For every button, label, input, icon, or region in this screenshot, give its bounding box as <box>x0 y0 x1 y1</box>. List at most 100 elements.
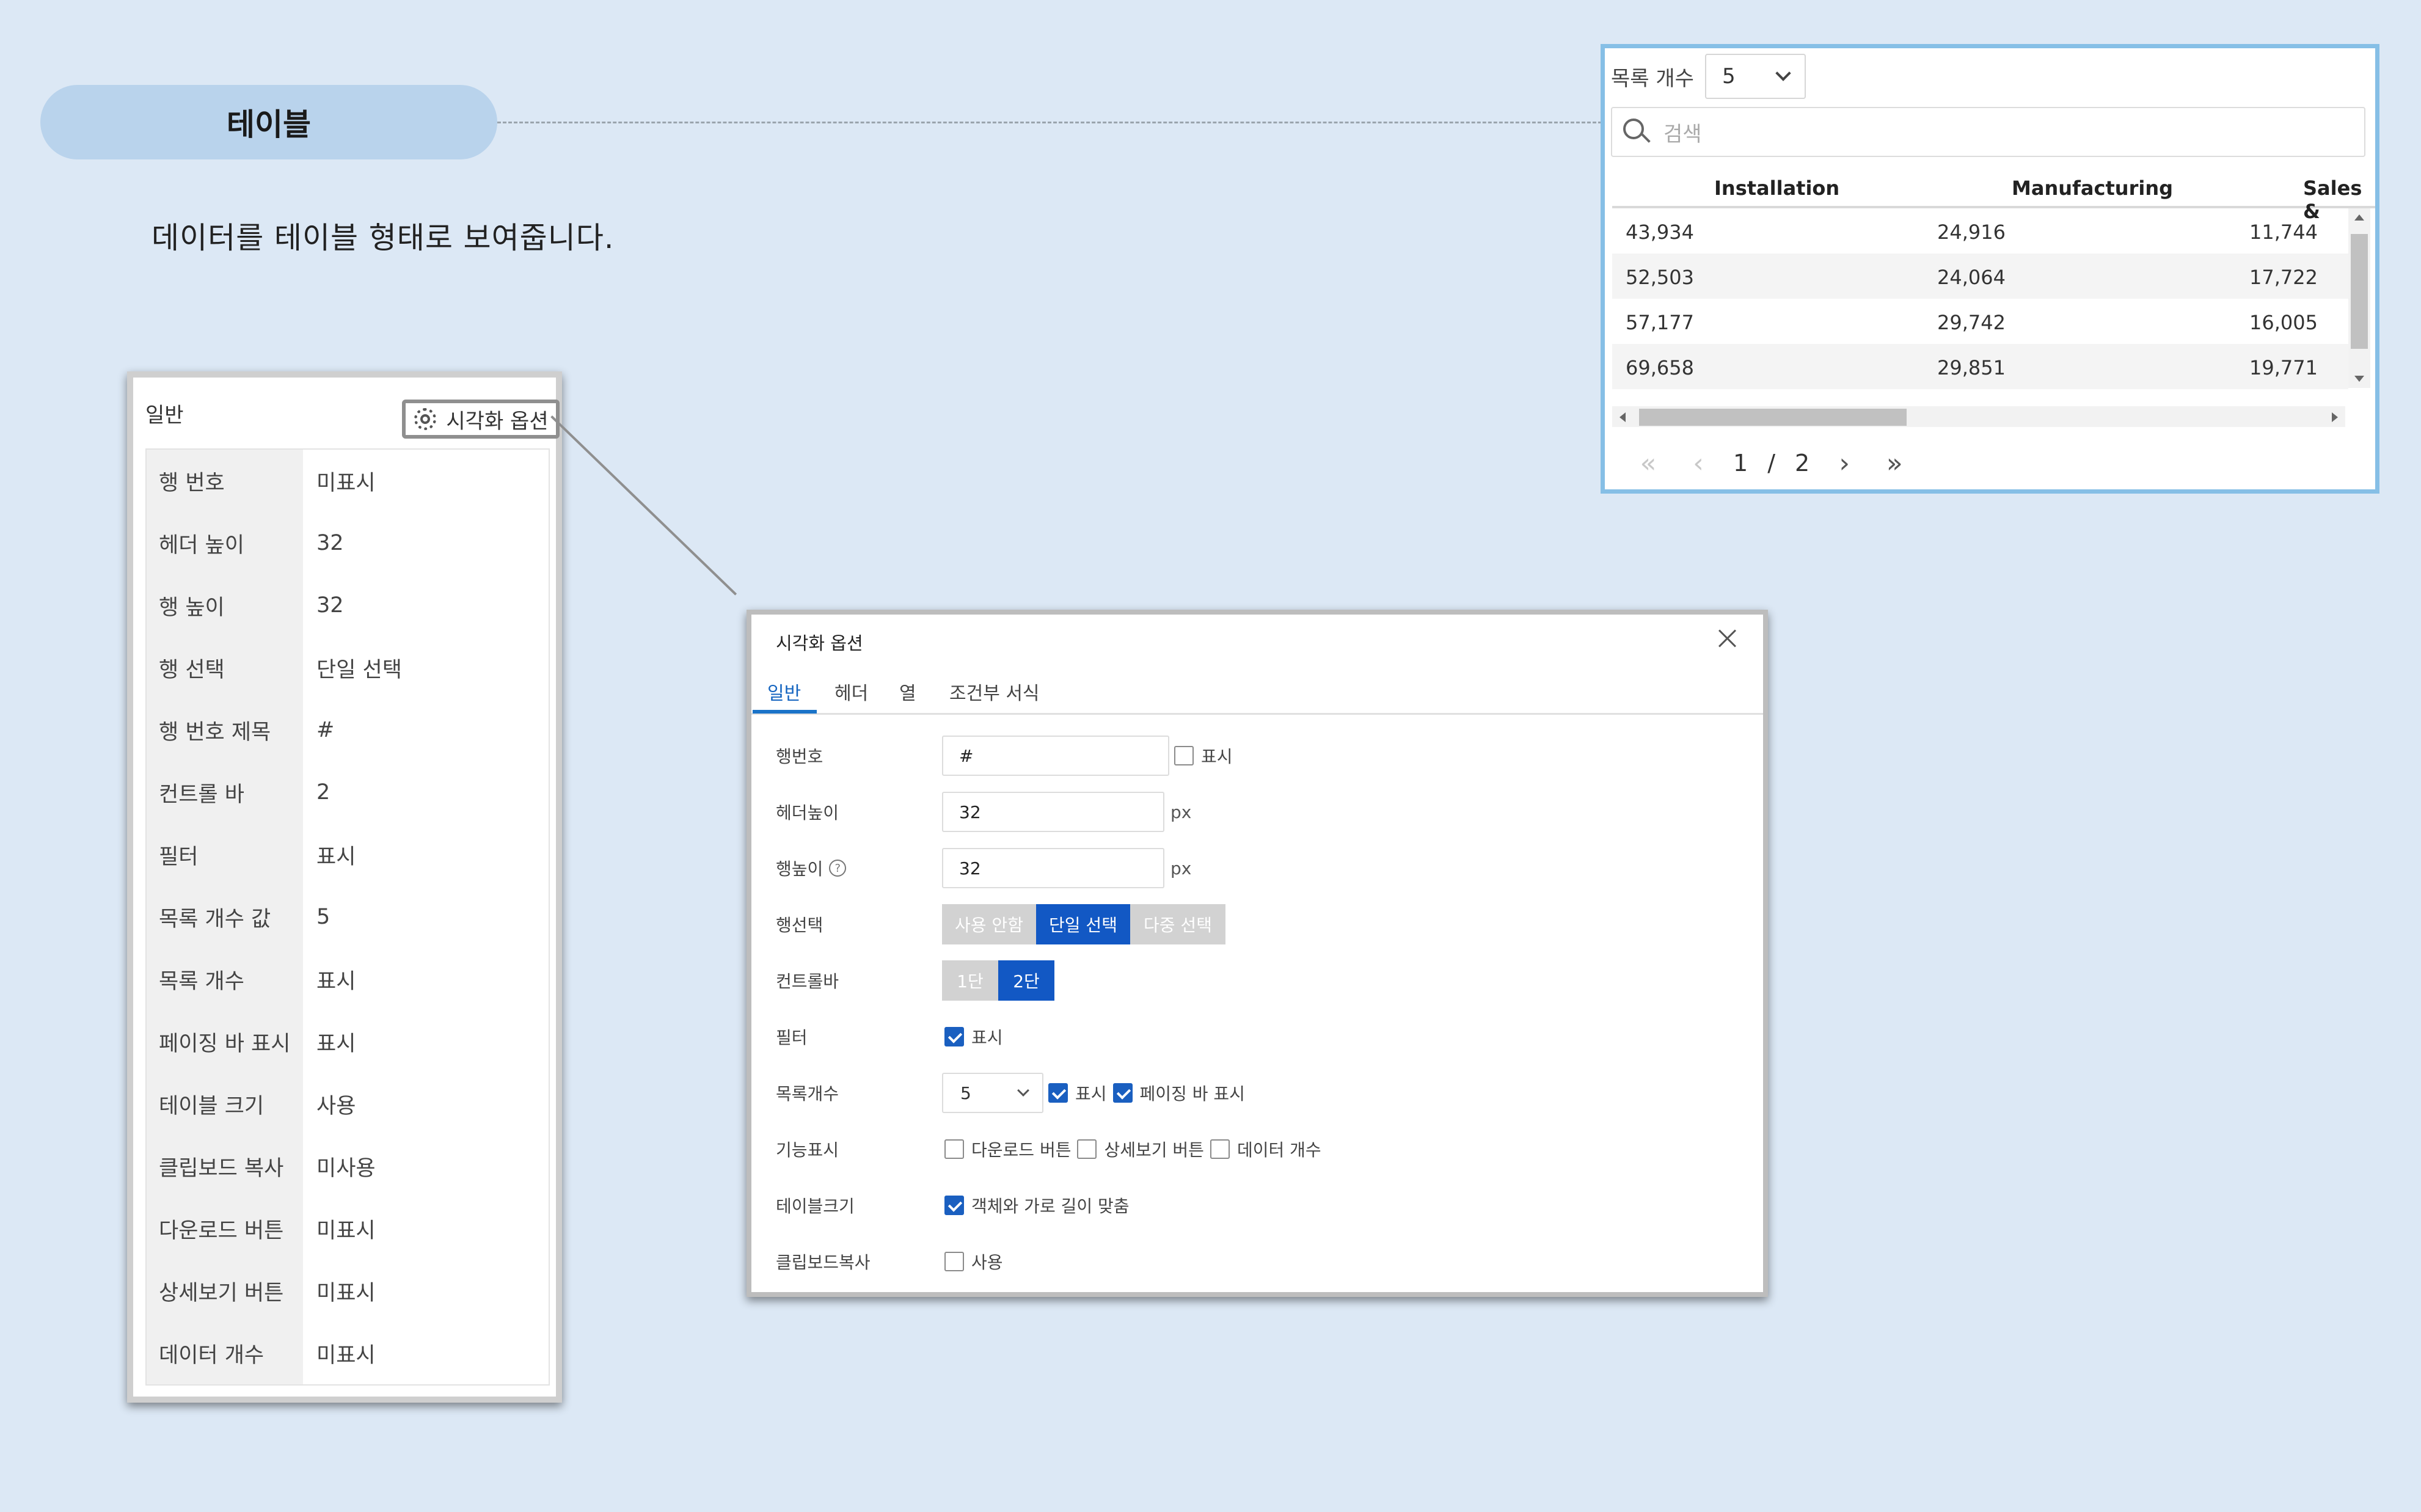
detail-button-checkbox[interactable] <box>1077 1139 1097 1159</box>
row-select-multi-option[interactable]: 다중 선택 <box>1130 904 1225 944</box>
table-cell: 17,722 <box>2249 266 2318 289</box>
page-size-control: 목록 개수 5 <box>1611 52 1806 101</box>
horizontal-scrollbar[interactable] <box>1612 406 2345 427</box>
summary-key: 페이징 바 표시 <box>147 1010 303 1073</box>
download-button-checkbox[interactable] <box>944 1139 964 1159</box>
table-row[interactable]: 43,934 24,916 11,744 <box>1612 208 2348 254</box>
table-row[interactable]: 57,177 29,742 16,005 <box>1612 299 2348 344</box>
row-height-input[interactable]: 32 <box>942 848 1164 888</box>
summary-key: 데이터 개수 <box>147 1322 303 1384</box>
checkbox-label: 표시 <box>1075 1084 1107 1104</box>
summary-key: 행 번호 제목 <box>147 699 303 761</box>
checkbox-label: 표시 <box>971 1028 1003 1048</box>
summary-value: 5 <box>303 886 549 948</box>
vertical-scroll-thumb[interactable] <box>2351 234 2368 349</box>
dashed-connector <box>497 122 1602 123</box>
scroll-right-arrow-icon[interactable] <box>2332 412 2338 422</box>
checkbox-label: 표시 <box>1201 747 1233 767</box>
field-label: 헤더높이 <box>776 803 839 823</box>
page-size-select[interactable]: 5 <box>942 1073 1043 1113</box>
row-select-none-option[interactable]: 사용 안함 <box>942 904 1036 944</box>
row-number-title-input[interactable]: # <box>942 736 1169 776</box>
scroll-down-arrow-icon[interactable] <box>2354 376 2364 382</box>
summary-row: 데이터 개수 미표시 <box>147 1322 549 1384</box>
summary-row: 행 선택 단일 선택 <box>147 637 549 699</box>
pagination: « ‹ 1 / 2 › » <box>1623 442 1919 484</box>
field-label: 필터 <box>776 1028 808 1048</box>
page-size-select[interactable]: 5 <box>1704 54 1806 99</box>
visualization-options-label: 시각화 옵션 <box>446 409 549 434</box>
scroll-up-arrow-icon[interactable] <box>2354 214 2364 221</box>
filter-field: 필터 표시 <box>776 1017 1009 1057</box>
checkbox-label: 상세보기 버튼 <box>1104 1140 1204 1160</box>
header-height-field: 헤더높이 32 px <box>776 792 1191 832</box>
summary-value: 미표시 <box>303 1322 549 1384</box>
summary-row: 페이징 바 표시 표시 <box>147 1010 549 1073</box>
tab-general[interactable]: 일반 <box>767 678 801 705</box>
summary-row: 상세보기 버튼 미표시 <box>147 1260 549 1322</box>
summary-key: 목록 개수 <box>147 948 303 1010</box>
filter-show-checkbox[interactable] <box>944 1027 964 1046</box>
column-header[interactable]: Manufacturing <box>2012 177 2173 200</box>
total-pages: 2 <box>1795 450 1810 477</box>
dialog-title: 시각화 옵션 <box>776 633 863 654</box>
data-count-checkbox[interactable] <box>1210 1139 1230 1159</box>
active-tab-indicator <box>753 710 817 714</box>
page-size-field: 목록개수 5 표시 페이징 바 표시 <box>776 1073 1251 1113</box>
chevron-down-icon <box>1775 65 1791 81</box>
fit-width-checkbox[interactable] <box>944 1196 964 1215</box>
horizontal-scroll-thumb[interactable] <box>1639 409 1907 426</box>
tab-column[interactable]: 열 <box>899 678 916 705</box>
row-number-show-checkbox[interactable] <box>1174 746 1194 765</box>
search-input[interactable]: 검색 <box>1611 107 2365 157</box>
vertical-scrollbar[interactable] <box>2348 208 2370 388</box>
summary-key: 행 번호 <box>147 450 303 512</box>
table-cell: 69,658 <box>1626 356 1694 379</box>
scroll-left-arrow-icon[interactable] <box>1619 412 1626 422</box>
summary-key: 다운로드 버튼 <box>147 1197 303 1260</box>
page-size-show-checkbox[interactable] <box>1048 1083 1068 1103</box>
table-row[interactable]: 52,503 24,064 17,722 <box>1612 254 2348 299</box>
prev-page-icon[interactable]: ‹ <box>1673 442 1723 484</box>
column-header[interactable]: Installation <box>1714 177 1839 200</box>
next-page-icon[interactable]: › <box>1819 442 1869 484</box>
summary-row: 필터 표시 <box>147 824 549 886</box>
table-row[interactable]: 69,658 29,851 19,771 <box>1612 344 2348 389</box>
checkbox-label: 객체와 가로 길이 맞춤 <box>971 1196 1130 1216</box>
table-cell: 19,771 <box>2249 356 2318 379</box>
field-label: 행선택 <box>776 915 823 935</box>
table-body: 43,934 24,916 11,744 52,503 24,064 17,72… <box>1612 208 2348 389</box>
summary-row: 컨트롤 바2 <box>147 761 549 824</box>
last-page-icon[interactable]: » <box>1869 442 1919 484</box>
header-height-input[interactable]: 32 <box>942 792 1164 832</box>
visualization-options-button[interactable]: 시각화 옵션 <box>402 400 560 439</box>
tab-header[interactable]: 헤더 <box>834 678 868 705</box>
summary-row: 목록 개수 값5 <box>147 886 549 948</box>
table-cell: 29,742 <box>1937 311 2006 334</box>
visualization-options-dialog: 시각화 옵션 일반 헤더 열 조건부 서식 행번호 # 표시 헤더높이 32 p… <box>747 610 1768 1297</box>
summary-value: 표시 <box>303 948 549 1010</box>
summary-value: 표시 <box>303 824 549 886</box>
table-cell: 11,744 <box>2249 221 2318 244</box>
close-icon[interactable] <box>1714 626 1741 652</box>
paging-bar-checkbox[interactable] <box>1112 1083 1133 1103</box>
chevron-down-icon <box>1017 1084 1029 1097</box>
section-title-pill: 테이블 <box>40 85 497 159</box>
row-select-field: 행선택 사용 안함 단일 선택 다중 선택 <box>776 904 1225 944</box>
summary-key: 테이블 크기 <box>147 1073 303 1135</box>
first-page-icon[interactable]: « <box>1623 442 1673 484</box>
control-bar-1-option[interactable]: 1단 <box>942 960 998 1001</box>
table-size-field: 테이블크기 객체와 가로 길이 맞춤 <box>776 1185 1136 1225</box>
summary-value: 단일 선택 <box>303 637 549 699</box>
gear-icon <box>413 407 437 431</box>
row-number-field: 행번호 # 표시 <box>776 736 1239 776</box>
summary-value: 미표시 <box>303 1260 549 1322</box>
row-select-single-option[interactable]: 단일 선택 <box>1036 904 1130 944</box>
clipboard-checkbox[interactable] <box>944 1252 964 1271</box>
tab-conditional-format[interactable]: 조건부 서식 <box>949 678 1040 705</box>
page-size-value: 5 <box>960 1083 971 1103</box>
general-options-panel: 일반 시각화 옵션 행 번호 미표시 헤더 높이 32 행 높이 32 행 선택 단일 … <box>127 371 562 1403</box>
page-separator: / <box>1767 450 1775 477</box>
control-bar-2-option[interactable]: 2단 <box>998 960 1054 1001</box>
help-icon[interactable]: ? <box>829 860 847 877</box>
